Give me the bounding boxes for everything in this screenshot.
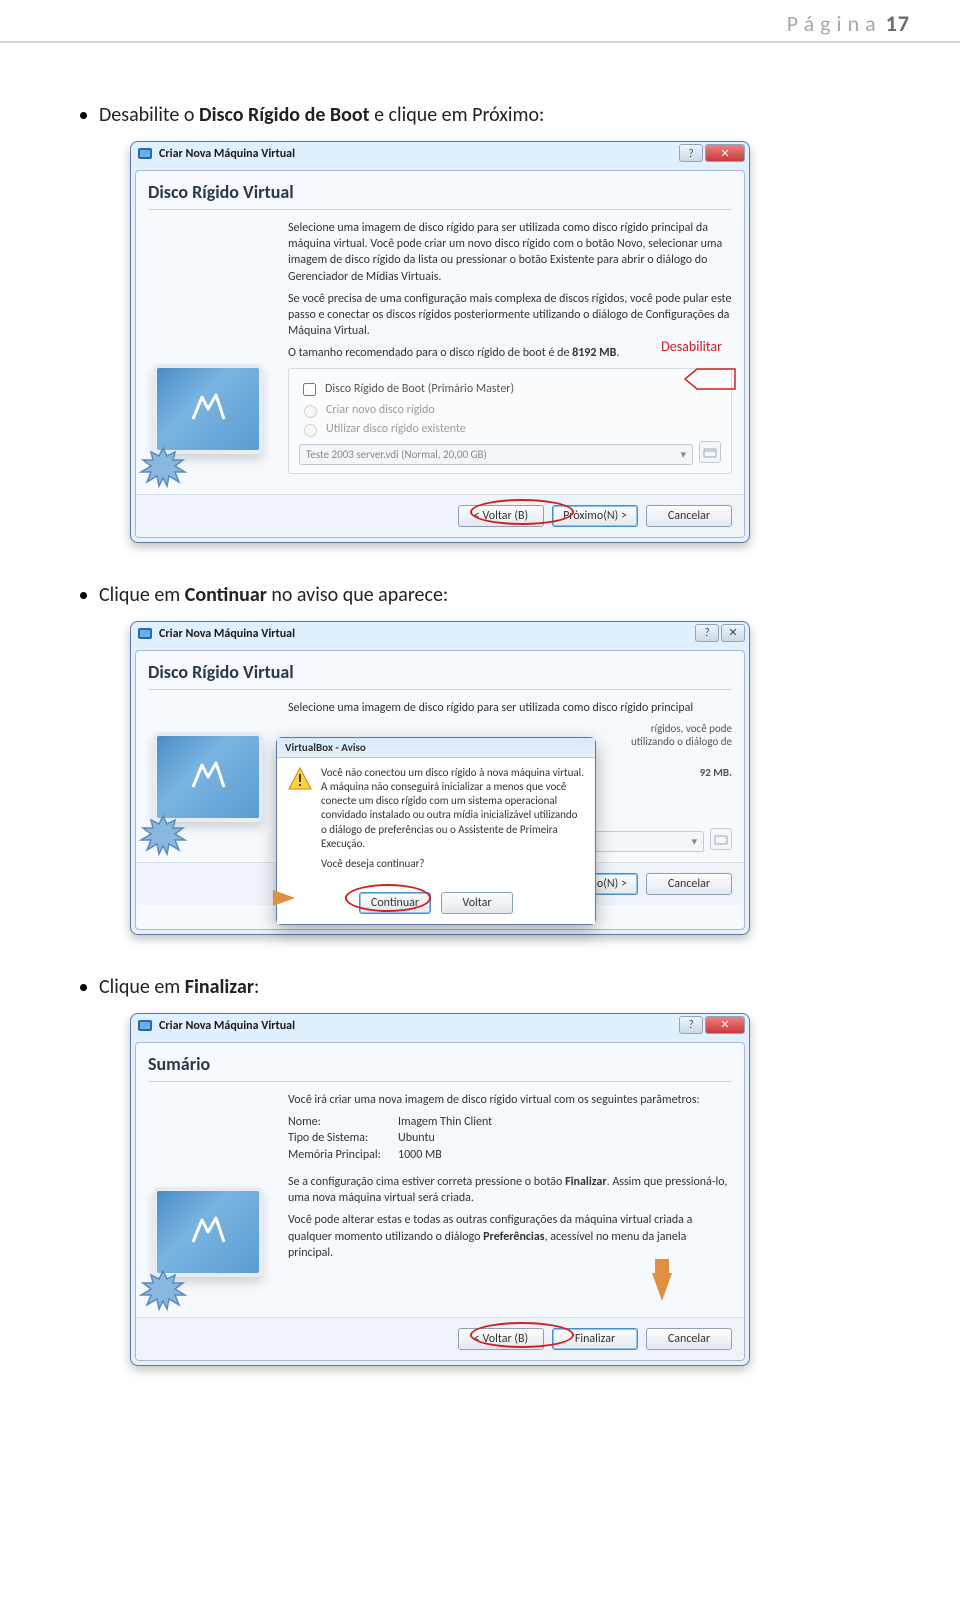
dialog-paragraph: Selecione uma imagem de disco rígido par… (288, 700, 732, 716)
bullet-icon (80, 592, 87, 599)
summary-params: Nome:Imagem Thin Client Tipo de Sistema:… (288, 1114, 732, 1164)
dialog-heading: Disco Rígido Virtual (148, 661, 732, 690)
dialog-sidebar-image (148, 1092, 278, 1308)
virtualbox-icon (137, 626, 153, 642)
back-button[interactable]: Voltar (441, 892, 513, 914)
alert-dialog: VirtualBox - Aviso Você não conectou um … (276, 737, 596, 925)
back-button[interactable]: < Voltar (B) (458, 505, 544, 527)
bullet-step-3: Clique em Finalizar: (80, 975, 880, 999)
bullet-step-1: Desabilite o Disco Rígido de Boot e cliq… (80, 103, 880, 127)
close-icon[interactable]: ✕ (705, 144, 745, 162)
back-button[interactable]: < Voltar (B) (458, 1328, 544, 1350)
dialog-heading: Sumário (148, 1053, 732, 1082)
dialog-paragraph: Selecione uma imagem de disco rígido par… (288, 220, 732, 285)
dialog-hard-disk-warning: ? ✕ Criar Nova Máquina Virtual Disco Ríg… (130, 621, 750, 935)
checkbox-boot-disk[interactable]: Disco Rígido de Boot (Primário Master) (299, 380, 721, 399)
virtualbox-icon (137, 1018, 153, 1034)
cancel-button[interactable]: Cancelar (646, 1328, 732, 1350)
dialog-summary: ? ✕ Criar Nova Máquina Virtual Sumário (130, 1013, 750, 1367)
bullet-icon (80, 984, 87, 991)
radio-create-new: Criar novo disco rígido (299, 402, 721, 418)
radio-use-existing: Utilizar disco rígido existente (299, 421, 721, 437)
alert-title: VirtualBox - Aviso (277, 738, 595, 758)
close-icon[interactable]: ✕ (721, 624, 745, 642)
help-icon[interactable]: ? (695, 624, 719, 642)
alert-message: Você não conectou um disco rígido à nova… (321, 766, 585, 852)
alert-question: Você deseja continuar? (321, 857, 585, 871)
warning-icon (287, 766, 313, 792)
browse-icon (710, 828, 732, 850)
dialog-paragraph: Se a configuração cima estiver correta p… (288, 1174, 732, 1206)
disk-combo: Teste 2003 server.vdi (Normal, 20,00 GB) (299, 444, 693, 465)
annotation-label: Desabilitar (661, 338, 722, 355)
continue-button[interactable]: Continuar (359, 892, 431, 914)
dialog-sidebar-image (148, 220, 278, 484)
bullet-icon (80, 112, 87, 119)
help-icon[interactable]: ? (679, 1016, 703, 1034)
page-number: 17 (886, 10, 910, 37)
finish-button[interactable]: Finalizar (552, 1328, 638, 1350)
dialog-hard-disk: ? ✕ Criar Nova Máquina Virtual Disco Ríg… (130, 141, 750, 543)
help-icon[interactable]: ? (679, 144, 703, 162)
cancel-button[interactable]: Cancelar (646, 505, 732, 527)
virtualbox-icon (137, 146, 153, 162)
browse-icon (699, 441, 721, 463)
dialog-paragraph: Se você precisa de uma configuração mais… (288, 291, 732, 340)
dialog-heading: Disco Rígido Virtual (148, 181, 732, 210)
dialog-title: Criar Nova Máquina Virtual (159, 627, 295, 641)
annotation-arrow-icon (652, 1273, 672, 1301)
dialog-title: Criar Nova Máquina Virtual (159, 1019, 295, 1033)
next-button[interactable]: Próximo(N) > (552, 505, 638, 527)
bullet-step-2: Clique em Continuar no aviso que aparece… (80, 583, 880, 607)
dialog-paragraph: Você irá criar uma nova imagem de disco … (288, 1092, 732, 1108)
page-header: Página 17 (0, 0, 960, 43)
annotation-arrow-icon (273, 890, 295, 906)
dialog-paragraph: Você pode alterar estas e todas as outra… (288, 1212, 732, 1261)
cancel-button[interactable]: Cancelar (646, 873, 732, 895)
dialog-title: Criar Nova Máquina Virtual (159, 147, 295, 161)
page-label: Página (787, 10, 882, 37)
close-icon[interactable]: ✕ (705, 1016, 745, 1034)
dialog-sidebar-image (148, 700, 278, 852)
